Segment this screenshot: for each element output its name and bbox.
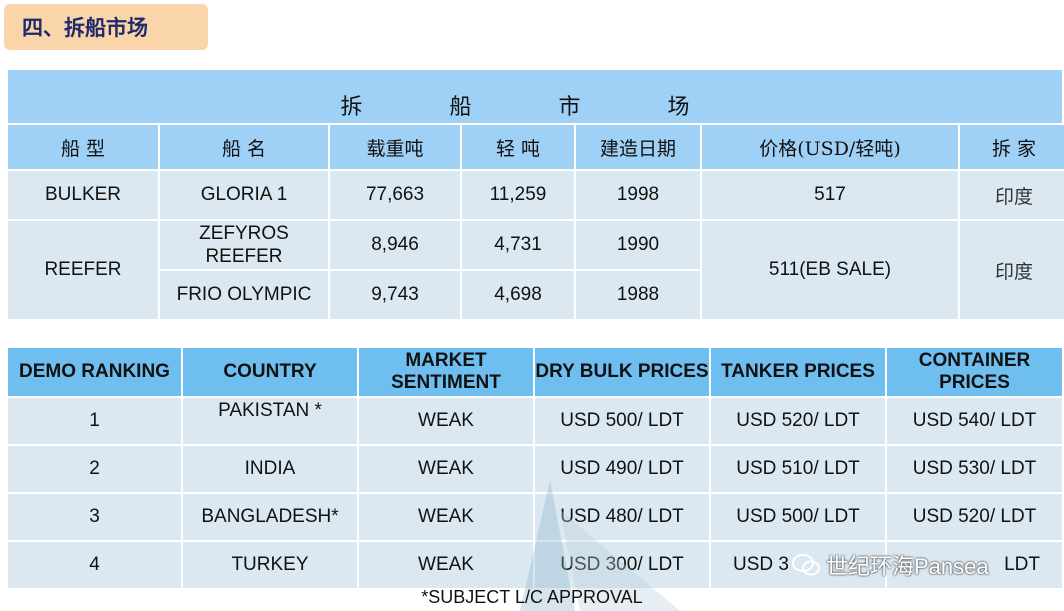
wechat-icon bbox=[792, 554, 820, 576]
cell-price: 511(EB SALE) bbox=[702, 221, 958, 319]
watermark: 世纪环海Pansea bbox=[792, 549, 989, 581]
cell-rank: 4 bbox=[8, 542, 181, 588]
cell-buyer: 印度 bbox=[960, 171, 1064, 219]
watermark-text: 世纪环海Pansea bbox=[826, 554, 989, 579]
cell-name: FRIO OLYMPIC bbox=[160, 271, 328, 319]
cell-container: USD 530/ LDT bbox=[887, 446, 1062, 492]
header-ship-type: 船 型 bbox=[8, 125, 158, 169]
cell-dry-bulk: USD 490/ LDT bbox=[535, 446, 709, 492]
cell-dry-bulk: USD 480/ LDT bbox=[535, 494, 709, 540]
header-ldt: 轻 吨 bbox=[462, 125, 574, 169]
header-dry-bulk-prices: DRY BULK PRICES bbox=[535, 348, 709, 396]
cell-sentiment: WEAK bbox=[359, 494, 533, 540]
cell-country: PAKISTAN * bbox=[183, 398, 357, 444]
header-tanker-prices: TANKER PRICES bbox=[711, 348, 885, 396]
footnote: *SUBJECT L/C APPROVAL bbox=[421, 587, 643, 607]
cell-type: REEFER bbox=[8, 221, 158, 319]
cell-tanker: USD 500/ LDT bbox=[711, 494, 885, 540]
cell-name: ZEFYROS REEFER bbox=[160, 221, 328, 269]
cell-rank: 2 bbox=[8, 446, 181, 492]
header-dwt: 载重吨 bbox=[330, 125, 460, 169]
cell-sentiment: WEAK bbox=[359, 446, 533, 492]
cell-name: GLORIA 1 bbox=[160, 171, 328, 219]
cell-price: 517 bbox=[702, 171, 958, 219]
header-country: COUNTRY bbox=[183, 348, 357, 396]
cell-dry-bulk: USD 500/ LDT bbox=[535, 398, 709, 444]
cell-built: 1998 bbox=[576, 171, 700, 219]
cell-container: USD 520/ LDT bbox=[887, 494, 1062, 540]
cell-rank: 1 bbox=[8, 398, 181, 444]
table-title: 拆 船 市 场 bbox=[8, 70, 1062, 125]
cell-country: BANGLADESH* bbox=[183, 494, 357, 540]
cell-rank: 3 bbox=[8, 494, 181, 540]
cell-buyer: 印度 bbox=[960, 221, 1064, 319]
header-demo-ranking: DEMO RANKING bbox=[8, 348, 181, 396]
cell-sentiment: WEAK bbox=[359, 542, 533, 588]
section-title: 四、拆船市场 bbox=[4, 4, 208, 50]
cell-built: 1990 bbox=[576, 221, 700, 269]
ship-demolition-table: 拆 船 市 场 船 型 船 名 载重吨 轻 吨 建造日期 价格(USD/轻吨) … bbox=[8, 70, 1064, 319]
header-market-sentiment: MARKET SENTIMENT bbox=[359, 348, 533, 396]
cell-tanker: USD 510/ LDT bbox=[711, 446, 885, 492]
cell-dry-bulk: USD 300/ LDT bbox=[535, 542, 709, 588]
header-price: 价格(USD/轻吨) bbox=[702, 125, 958, 169]
header-built: 建造日期 bbox=[576, 125, 700, 169]
cell-country: TURKEY bbox=[183, 542, 357, 588]
cell-ldt: 4,731 bbox=[462, 221, 574, 269]
cell-country: INDIA bbox=[183, 446, 357, 492]
cell-ldt: 11,259 bbox=[462, 171, 574, 219]
cell-built: 1988 bbox=[576, 271, 700, 319]
cell-dwt: 9,743 bbox=[330, 271, 460, 319]
cell-tanker: USD 520/ LDT bbox=[711, 398, 885, 444]
cell-type: BULKER bbox=[8, 171, 158, 219]
cell-dwt: 77,663 bbox=[330, 171, 460, 219]
header-container-prices: CONTAINER PRICES bbox=[887, 348, 1062, 396]
cell-dwt: 8,946 bbox=[330, 221, 460, 269]
cell-sentiment: WEAK bbox=[359, 398, 533, 444]
header-buyer: 拆 家 bbox=[960, 125, 1064, 169]
header-ship-name: 船 名 bbox=[160, 125, 328, 169]
cell-ldt: 4,698 bbox=[462, 271, 574, 319]
cell-container: USD 540/ LDT bbox=[887, 398, 1062, 444]
